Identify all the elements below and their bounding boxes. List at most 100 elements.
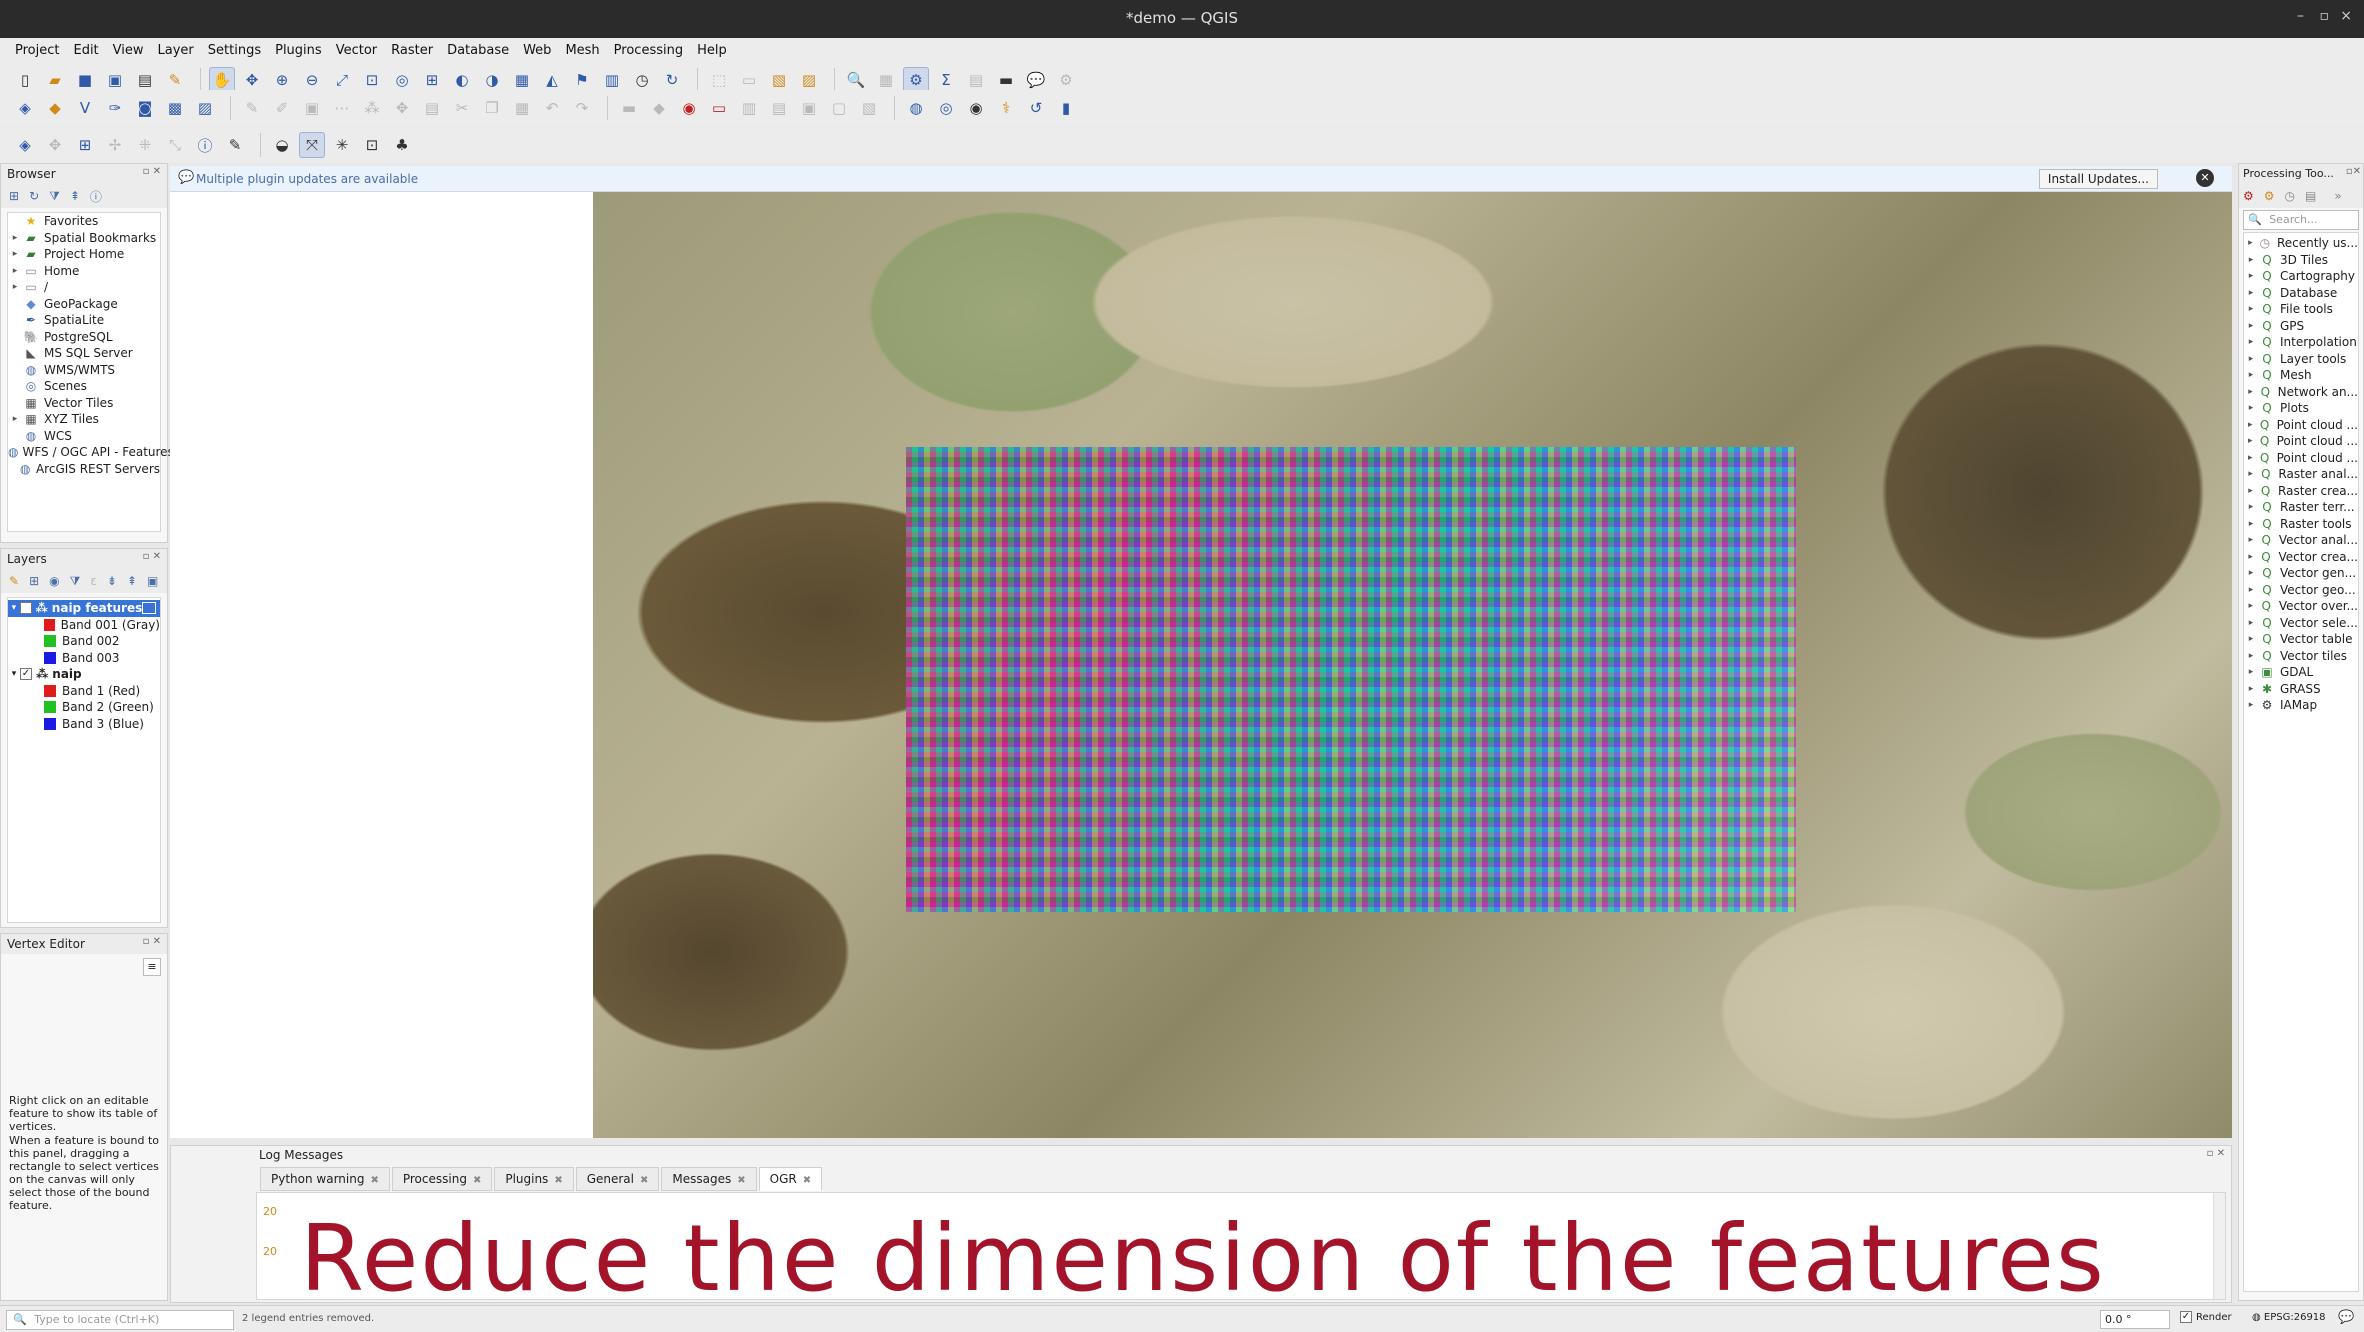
browser-item-geopackage[interactable]: ◆ GeoPackage [8,296,160,313]
browser-item-mssql[interactable]: ◣ MS SQL Server [8,345,160,362]
expand-arrow-icon[interactable]: ▸ [2244,304,2258,314]
processing-item[interactable]: ▸ Q Vector over... [2244,598,2358,615]
menu-database[interactable]: Database [440,43,516,58]
expand-arrow-icon[interactable]: ▸ [2244,502,2258,512]
menu-web[interactable]: Web [516,43,558,58]
expand-all-icon[interactable]: ⇟ [107,574,117,588]
label-move-icon[interactable]: ▥ [736,95,762,121]
processing-item[interactable]: ▸ Q Layer tools [2244,351,2358,368]
layer-indicator-icon[interactable] [142,602,156,615]
browser-item-arcgis[interactable]: ◍ ArcGIS REST Servers [8,461,160,478]
processing-item[interactable]: ▸ Q Vector tiles [2244,648,2358,665]
layer-visibility-checkbox[interactable]: ✓ [19,602,32,615]
processing-item[interactable]: ▸ Q Vector geo... [2244,582,2358,599]
panel-close-icon[interactable]: ▫ ✕ [143,166,161,177]
gps-icon[interactable]: ◉ [963,95,989,121]
layer-naip[interactable]: ▾ ✓ ⁂ naip [8,666,160,683]
processing-item[interactable]: ▸ Q 3D Tiles [2244,252,2358,269]
processing-item[interactable]: ▸ Q GPS [2244,318,2358,335]
browser-item-wms[interactable]: ◍ WMS/WMTS [8,362,160,379]
close-tab-icon[interactable]: ✖ [473,1175,481,1186]
style-icon[interactable]: ✎ [9,574,19,588]
expand-arrow-icon[interactable]: ▸ [2244,238,2257,248]
vertex-tool-icon[interactable]: ✥ [389,95,415,121]
expand-arrow-icon[interactable]: ▸ [8,282,22,292]
scripts-icon[interactable]: ⚙ [2264,189,2275,203]
collapse-all-icon[interactable]: ⇞ [127,574,137,588]
browser-item-project-home[interactable]: ▸ ▰ Project Home [8,246,160,263]
minimize-button[interactable]: – [2297,8,2304,24]
undo-icon[interactable]: ↶ [539,95,565,121]
browser-item-postgresql[interactable]: 🐘 PostgreSQL [8,329,160,346]
panel-close-icon[interactable]: ▫ ✕ [143,936,161,947]
results-icon[interactable]: ▤ [2305,189,2316,203]
tab-messages[interactable]: Messages ✖ [661,1167,757,1191]
processing-item[interactable]: ▸ Q Vector sele... [2244,615,2358,632]
browser-item-wfs[interactable]: ◍ WFS / OGC API - Features [8,444,174,461]
browser-item-wcs[interactable]: ◍ WCS [8,428,160,445]
expand-arrow-icon[interactable]: ▸ [2244,519,2258,529]
save-edits-icon[interactable]: ▣ [299,95,325,121]
processing-item[interactable]: ▸ Q Point cloud ... [2244,433,2358,450]
expand-arrow-icon[interactable]: ▸ [8,249,22,259]
processing-item[interactable]: ▸ Q Vector table [2244,631,2358,648]
expand-arrow-icon[interactable]: ▸ [2244,420,2257,430]
menu-processing[interactable]: Processing [607,43,690,58]
processing-item[interactable]: ▸ Q Mesh [2244,367,2358,384]
expand-arrow-icon[interactable]: ▸ [2244,271,2258,281]
label-rotate-icon[interactable]: ▤ [766,95,792,121]
menu-raster[interactable]: Raster [384,43,440,58]
edit-pencil-icon[interactable]: ✎ [239,95,265,121]
undo-history-icon[interactable]: ↺ [1023,95,1049,121]
label-change-icon[interactable]: ▣ [796,95,822,121]
processing-item[interactable]: ▸ Q Vector crea... [2244,549,2358,566]
maximize-button[interactable]: ▫ [2320,8,2330,24]
iamap-reduce-icon[interactable]: ⤧ [299,132,325,158]
menu-mesh[interactable]: Mesh [558,43,606,58]
browser-item-spatial-bookmarks[interactable]: ▸ ▰ Spatial Bookmarks [8,230,160,247]
reshape-icon[interactable]: ⤡ [162,132,188,158]
metasearch-icon[interactable]: ◍ [903,95,929,121]
merge-icon[interactable]: ⁜ [132,132,158,158]
add-raster-icon[interactable]: ▩ [162,95,188,121]
filter-expression-icon[interactable]: ε [90,574,97,588]
log-scrollbar[interactable] [2213,1193,2225,1299]
close-tab-icon[interactable]: ✖ [737,1175,745,1186]
processing-item[interactable]: ▸ Q Vector anal... [2244,532,2358,549]
expand-arrow-icon[interactable]: ▸ [2244,601,2258,611]
globe-search-icon[interactable]: ◎ [933,95,959,121]
expand-arrow-icon[interactable]: ▸ [2244,288,2258,298]
menu-layer[interactable]: Layer [151,43,201,58]
label-pin-icon[interactable]: ◆ [646,95,672,121]
split-icon[interactable]: ✢ [102,132,128,158]
expand-icon[interactable]: » [2334,189,2341,203]
python-console-icon[interactable]: ⚕ [993,95,1019,121]
menu-settings[interactable]: Settings [201,43,268,58]
filter-icon[interactable]: ⧩ [70,574,81,589]
processing-item[interactable]: ▸ ▣ GDAL [2244,664,2358,681]
expand-arrow-icon[interactable]: ▸ [2244,255,2258,265]
processing-item[interactable]: ▸ Q Cartography [2244,268,2358,285]
menu-vector[interactable]: Vector [329,43,384,58]
redo-icon[interactable]: ↷ [569,95,595,121]
paste-icon[interactable]: ▦ [509,95,535,121]
expand-arrow-icon[interactable]: ▸ [2244,370,2258,380]
browser-item-scenes[interactable]: ◎ Scenes [8,378,160,395]
close-window-button[interactable]: × [2340,8,2352,24]
history-icon[interactable]: ◷ [2285,189,2295,203]
iamap-cluster-icon[interactable]: ✳ [329,132,355,158]
browser-item-root[interactable]: ▸ ▭ / [8,279,160,296]
copy-icon[interactable]: ❐ [479,95,505,121]
browser-item-spatialite[interactable]: ✒ SpatiaLite [8,312,160,329]
ruler-icon[interactable]: ✎ [222,132,248,158]
label-tool-icon[interactable]: ▭ [706,95,732,121]
processing-item[interactable]: ▸ Q Raster tools [2244,516,2358,533]
panel-close-icon[interactable]: ▫ ✕ [2207,1148,2225,1159]
locator-search-input[interactable]: 🔍 Type to locate (Ctrl+K) [6,1310,234,1330]
processing-search-input[interactable]: 🔍 Search... [2243,210,2359,230]
panel-close-icon[interactable]: ▫ ✕ [143,551,161,562]
iamap-encoder-icon[interactable]: ◒ [269,132,295,158]
info-icon[interactable]: ⓘ [192,132,218,158]
install-updates-button[interactable]: Install Updates... [2038,169,2158,189]
add-delimited-icon[interactable]: ✑ [102,95,128,121]
